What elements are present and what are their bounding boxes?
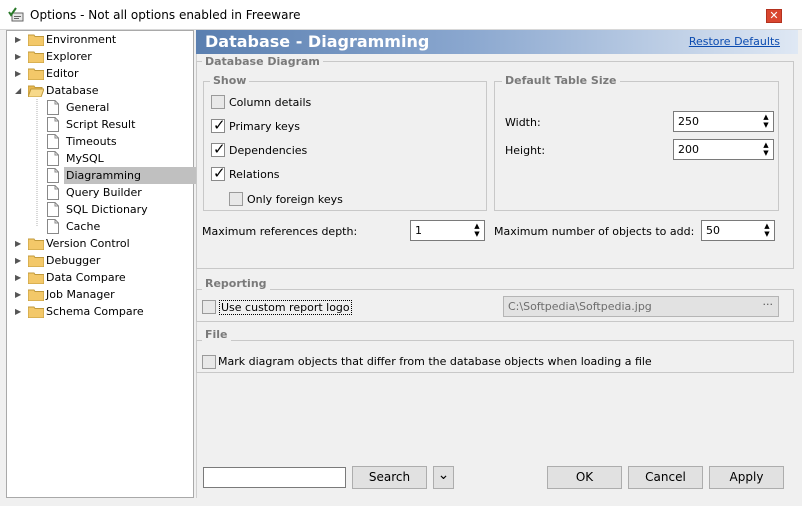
page-icon: [47, 117, 59, 132]
ok-button[interactable]: OK: [547, 466, 622, 489]
primary-keys-label: Primary keys: [229, 120, 300, 133]
max-references-depth-spinner[interactable]: 1 ▲ ▼: [410, 220, 485, 241]
height-label: Height:: [505, 144, 546, 157]
folder-icon: [28, 306, 44, 318]
title-bar: Options - Not all options enabled in Fre…: [0, 0, 802, 30]
folder-icon: [28, 255, 44, 267]
expand-arrow-icon[interactable]: ▶: [15, 48, 25, 65]
folder-icon: [28, 289, 44, 301]
width-label: Width:: [505, 116, 541, 129]
page-icon: [47, 151, 59, 166]
report-logo-path-field[interactable]: C:\Softpedia\Softpedia.jpg ···: [503, 296, 779, 317]
folder-icon: [28, 51, 44, 63]
max-references-depth-value: 1: [415, 224, 422, 237]
relations-checkbox[interactable]: ✓: [211, 164, 226, 182]
only-foreign-keys-label: Only foreign keys: [247, 193, 343, 206]
spin-down-icon[interactable]: ▼: [761, 149, 771, 157]
mark-diff-objects-checkbox[interactable]: [202, 355, 216, 369]
check-icon: ✓: [213, 116, 226, 134]
relations-label: Relations: [229, 168, 280, 181]
apply-button[interactable]: Apply: [709, 466, 784, 489]
spin-up-icon[interactable]: ▲: [761, 113, 771, 121]
page-title: Database - Diagramming: [205, 32, 430, 51]
show-group-title: Show: [210, 74, 250, 87]
folder-icon: [28, 34, 44, 46]
expand-arrow-icon[interactable]: ▶: [15, 252, 25, 269]
expand-arrow-icon[interactable]: ▶: [15, 269, 25, 286]
search-input[interactable]: [203, 467, 346, 488]
spin-down-icon[interactable]: ▼: [762, 230, 772, 238]
restore-defaults-link[interactable]: Restore Defaults: [689, 35, 780, 48]
close-button[interactable]: ✕: [766, 9, 782, 23]
page-icon: [47, 219, 59, 234]
expand-arrow-icon[interactable]: ▶: [15, 303, 25, 320]
page-icon: [47, 202, 59, 217]
close-icon: ✕: [769, 9, 779, 22]
custom-report-logo-checkbox[interactable]: [202, 300, 216, 314]
column-details-label: Column details: [229, 96, 312, 109]
search-button[interactable]: Search: [352, 466, 427, 489]
expand-arrow-icon[interactable]: ▶: [15, 31, 25, 48]
folder-icon: [28, 272, 44, 284]
cancel-button[interactable]: Cancel: [628, 466, 703, 489]
page-icon: [47, 134, 59, 149]
max-references-depth-label: Maximum references depth:: [202, 225, 358, 238]
dependencies-label: Dependencies: [229, 144, 308, 157]
browse-icon[interactable]: ···: [763, 298, 774, 311]
dependencies-checkbox[interactable]: ✓: [211, 140, 226, 158]
file-title: File: [202, 328, 231, 341]
custom-report-logo-label: Use custom report logo: [219, 300, 352, 315]
default-table-size-title: Default Table Size: [502, 74, 620, 87]
max-objects-value: 50: [706, 224, 720, 237]
check-icon: ✓: [213, 140, 226, 158]
height-value: 200: [678, 143, 699, 156]
primary-keys-checkbox[interactable]: ✓: [211, 116, 226, 134]
column-details-checkbox[interactable]: [211, 95, 225, 109]
spin-up-icon[interactable]: ▲: [472, 222, 482, 230]
options-tree[interactable]: ▶ Environment ▶ Explorer ▶ Editor ◢ Data…: [6, 30, 196, 498]
collapse-arrow-icon[interactable]: ◢: [15, 82, 25, 99]
max-objects-spinner[interactable]: 50 ▲ ▼: [701, 220, 775, 241]
width-spinner[interactable]: 250 ▲ ▼: [673, 111, 774, 132]
page-icon: [47, 185, 59, 200]
only-foreign-keys-checkbox[interactable]: [229, 192, 243, 206]
report-logo-path-value: C:\Softpedia\Softpedia.jpg: [508, 300, 652, 313]
height-spinner[interactable]: 200 ▲ ▼: [673, 139, 774, 160]
width-value: 250: [678, 115, 699, 128]
spin-down-icon[interactable]: ▼: [761, 121, 771, 129]
reporting-title: Reporting: [202, 277, 270, 290]
mark-diff-objects-label: Mark diagram objects that differ from th…: [218, 355, 652, 368]
page-icon: [47, 100, 59, 115]
database-diagram-title: Database Diagram: [202, 55, 323, 68]
expand-arrow-icon[interactable]: ▶: [15, 65, 25, 82]
spin-up-icon[interactable]: ▲: [762, 222, 772, 230]
expand-arrow-icon[interactable]: ▶: [15, 286, 25, 303]
folder-icon: [28, 238, 44, 250]
open-folder-icon: [28, 85, 44, 97]
spin-down-icon[interactable]: ▼: [472, 230, 482, 238]
window-title: Options - Not all options enabled in Fre…: [30, 8, 301, 22]
search-options-button[interactable]: ⌄: [433, 466, 454, 489]
spin-up-icon[interactable]: ▲: [761, 141, 771, 149]
page-header: Database - Diagramming Restore Defaults: [196, 30, 798, 54]
check-icon: ✓: [213, 164, 226, 182]
page-icon: [47, 168, 59, 183]
expand-arrow-icon[interactable]: ▶: [15, 235, 25, 252]
options-app-icon: [8, 7, 24, 22]
max-objects-label: Maximum number of objects to add:: [494, 225, 695, 238]
folder-icon: [28, 68, 44, 80]
chevron-down-icon: ⌄: [437, 467, 450, 483]
